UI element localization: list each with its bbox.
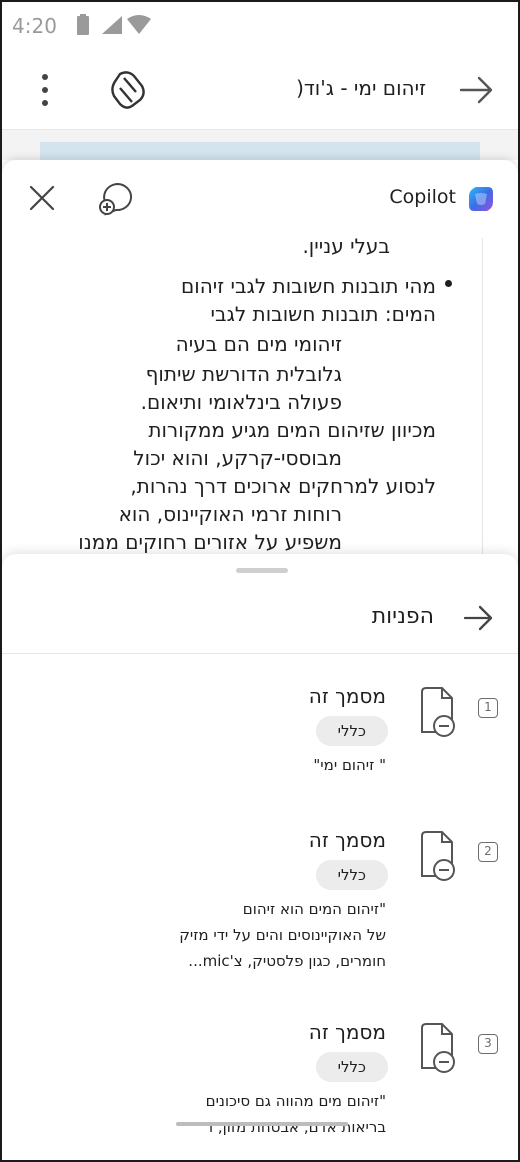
phone-frame: 4:20 זיהום ימי - ג'וד(Copilot בעלי עניי… <box>0 0 520 1162</box>
drag-handle[interactable] <box>236 568 288 573</box>
sensitivity-label: כללי <box>315 716 388 746</box>
document-title: זיהום ימי - ג'וד( <box>296 76 426 100</box>
more-options-icon[interactable] <box>30 72 60 108</box>
reference-item[interactable]: 3 מסמך זה כללי "זיהום מים מהווה גם סיכונ… <box>2 1016 518 1160</box>
answer-line: פעולה בינלאומי ותיאום. <box>140 390 342 414</box>
reference-snippet: "זיהום המים הוא זיהום <box>242 900 386 918</box>
answer-line: לנסוע למרחקים ארוכים דרך נהרות, <box>130 474 436 498</box>
status-time: 4:20 <box>12 14 57 38</box>
battery-icon <box>77 14 89 35</box>
reference-snippet: "זיהום מים מהווה גם סיכונים <box>205 1092 386 1110</box>
copilot-logo-icon <box>469 187 493 211</box>
answer-line: המים: תובנות חשובות לגבי <box>210 302 436 326</box>
document-link-icon <box>421 831 455 881</box>
reference-title: מסמך זה <box>308 828 386 852</box>
reference-snippet: בריאות אדם, אבטחת מזון, ו <box>209 1118 386 1136</box>
copilot-pane: Copilot בעלי עניין. מהי תובנות חשובות לג… <box>2 160 518 1160</box>
answer-line: משפיע על אזורים רחוקים ממנו <box>78 530 342 554</box>
app-bar: זיהום ימי - ג'וד( <box>2 50 518 130</box>
status-bar: 4:20 <box>2 2 518 50</box>
reference-title: מסמך זה <box>308 1020 386 1044</box>
references-header: הפניות <box>2 590 518 654</box>
sensitivity-label: כללי <box>315 1052 388 1082</box>
microsoft-365-icon[interactable] <box>106 68 150 112</box>
answer-line: מכיוון שזיהום המים מגיע ממקורות <box>148 418 436 442</box>
document-link-icon <box>421 1023 455 1073</box>
reference-title: מסמך זה <box>308 684 386 708</box>
document-link-icon <box>421 687 455 737</box>
copilot-answer: בעלי עניין. מהי תובנות חשובות לגבי זיהום… <box>42 238 486 554</box>
answer-line: רוחות זרמי האוקיינוס, הוא <box>118 502 342 526</box>
document-peek-bar <box>40 142 480 160</box>
reference-snippet: חומרים, כגון פלסטיק, צ'mic... <box>188 952 386 970</box>
document-peek-strip <box>2 130 518 160</box>
back-arrow-icon[interactable] <box>458 72 494 108</box>
answer-line: מבוססי-קרקע, והוא יכול <box>133 446 342 470</box>
references-panel: הפניות 1 מסמך זה כללי " זיהום ימי" 2 מסמ… <box>2 554 518 1160</box>
reference-number: 1 <box>478 698 498 718</box>
references-title: הפניות <box>371 604 434 629</box>
copilot-title: Copilot <box>389 186 456 208</box>
new-chat-icon[interactable] <box>98 180 136 218</box>
answer-line: גלובלית הדורשת שיתוף <box>145 362 342 386</box>
back-arrow-icon[interactable] <box>462 602 494 634</box>
home-indicator[interactable] <box>176 1122 348 1126</box>
answer-line: בעלי עניין. <box>302 238 390 258</box>
bullet-point <box>445 280 452 287</box>
close-icon[interactable] <box>28 184 56 212</box>
reference-number: 3 <box>478 1034 498 1054</box>
reference-snippet: של האוקיינוסים והים על ידי מזיק <box>179 926 386 944</box>
reference-number: 2 <box>478 842 498 862</box>
answer-line: זיהומי מים הם בעיה <box>175 332 342 356</box>
cellular-signal-icon <box>102 16 122 34</box>
answer-divider <box>482 238 483 554</box>
answer-line: מהי תובנות חשובות לגבי זיהום <box>181 274 436 298</box>
sensitivity-label: כללי <box>315 860 388 890</box>
reference-item[interactable]: 2 מסמך זה כללי "זיהום המים הוא זיהום של … <box>2 824 518 1004</box>
reference-snippet: " זיהום ימי" <box>313 756 386 774</box>
wifi-icon <box>127 15 151 34</box>
copilot-header: Copilot <box>2 160 518 238</box>
